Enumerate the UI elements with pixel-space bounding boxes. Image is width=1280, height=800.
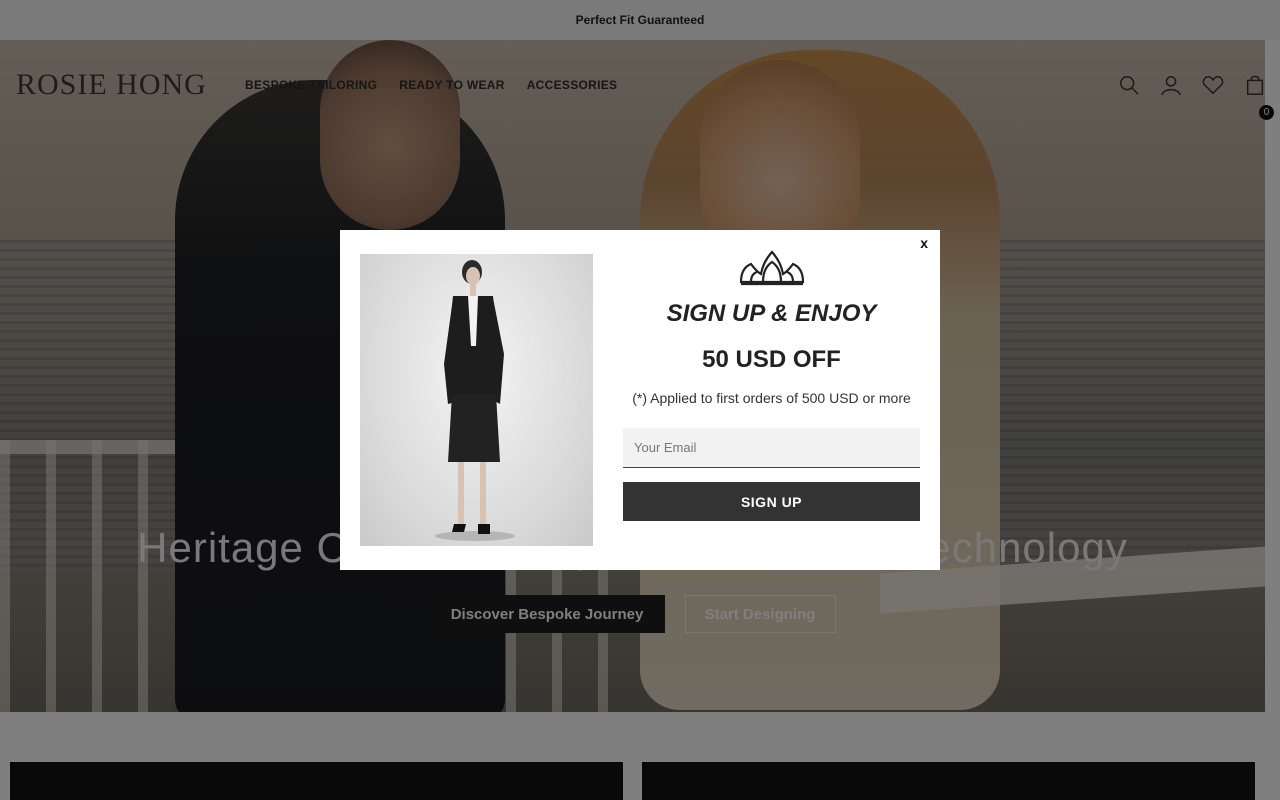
modal-heading: SIGN UP & ENJOY xyxy=(666,300,877,327)
signup-button[interactable]: SIGN UP xyxy=(623,482,920,521)
crown-logo-icon xyxy=(739,250,804,286)
modal-content: SIGN UP & ENJOY 50 USD OFF (*) Applied t… xyxy=(623,248,920,521)
modal-offer: 50 USD OFF xyxy=(702,346,841,373)
modal-note: (*) Applied to first orders of 500 USD o… xyxy=(632,390,911,406)
modal-model-photo xyxy=(360,254,593,546)
signup-modal: x SIGN UP & ENJOY 50 USD OFF (*) Applied… xyxy=(340,230,940,570)
email-field[interactable] xyxy=(623,428,920,468)
close-button[interactable]: x xyxy=(920,235,928,251)
